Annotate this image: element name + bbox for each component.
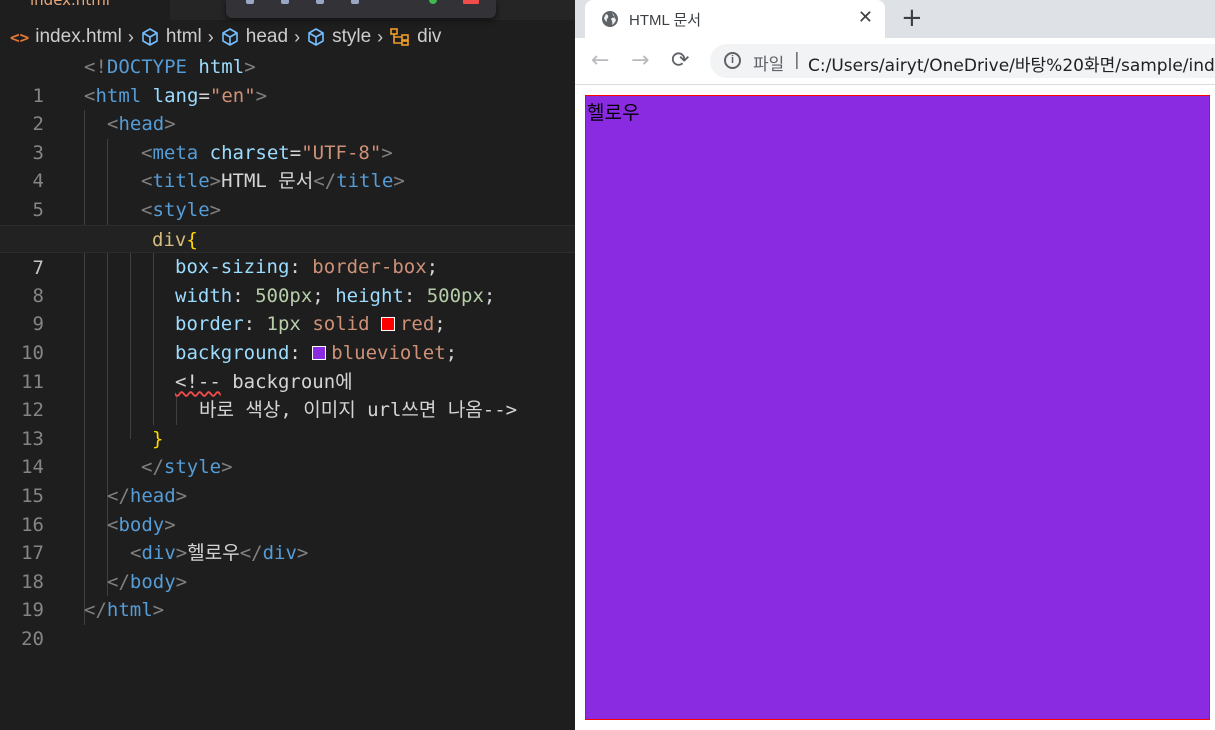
breadcrumb-div[interactable]: div (389, 26, 441, 48)
tree-structure-icon (390, 28, 409, 46)
browser-tab-bar: HTML 문서 ✕ + (575, 0, 1215, 38)
step-into-icon[interactable] (316, 0, 324, 4)
address-bar[interactable]: i 파일 | C:/Users/airyt/OneDrive/바탕%20화면/s… (710, 44, 1215, 78)
code-line: 3 <head> (0, 110, 575, 164)
stop-icon[interactable] (463, 0, 479, 4)
code-line: 19 </body> (0, 568, 575, 622)
browser-tab-title: HTML 문서 (629, 12, 702, 29)
chevron-right-icon: › (377, 26, 384, 47)
breadcrumb-file[interactable]: <> index.html (10, 26, 122, 48)
code-line: 8 box-sizing: border-box; (0, 253, 575, 307)
chevron-right-icon: › (127, 26, 134, 47)
code-line: 18 <div>헬로우</div> (0, 539, 575, 593)
info-icon[interactable]: i (724, 52, 741, 69)
code-line: 11 background: blueviolet; (0, 339, 575, 393)
code-line: 17 <body> (0, 511, 575, 565)
editor-tab-label: index.html (30, 0, 110, 9)
code-line: 10 border: 1px solid red; (0, 310, 575, 364)
code-line: 14 } (0, 425, 575, 479)
close-icon[interactable]: ✕ (858, 7, 873, 28)
breadcrumb-html[interactable]: html (140, 26, 202, 48)
scheme-label: 파일 (753, 55, 785, 75)
rendered-div-text: 헬로우 (587, 102, 640, 124)
editor-tab[interactable]: index.html (0, 0, 170, 20)
chevron-right-icon: › (294, 26, 301, 47)
cube-icon (221, 28, 238, 46)
step-out-icon[interactable] (351, 0, 359, 4)
code-line: 5 <title>HTML 문서</title> (0, 167, 575, 221)
browser-tab[interactable]: HTML 문서 ✕ (585, 0, 885, 38)
page-viewport: 헬로우 (575, 85, 1215, 730)
code-area[interactable]: 1 <!DOCTYPE html> 2 <html lang="en"> 3 <… (0, 53, 575, 650)
code-line: 15 </style> (0, 453, 575, 507)
reload-icon[interactable]: ⟳ (671, 48, 689, 73)
code-line: 4 <meta charset="UTF-8"> (0, 139, 575, 193)
line-number: 20 (21, 627, 44, 650)
code-line: 20 </html> (0, 596, 575, 650)
breadcrumb-style[interactable]: style (306, 26, 371, 48)
scheme-separator: | (794, 50, 800, 70)
code-line: 12 <!-- backgroun에 (0, 368, 575, 422)
globe-icon (602, 11, 618, 27)
breadcrumb: <> index.html › html › head › style › di… (0, 23, 441, 51)
debug-toolbar (226, 0, 496, 18)
new-tab-icon[interactable]: + (901, 3, 923, 33)
code-line: 16 </head> (0, 482, 575, 536)
code-line-active: 7 div{ (0, 224, 575, 279)
code-line: 2 <html lang="en"> (0, 82, 575, 136)
color-swatch-blueviolet[interactable] (312, 345, 327, 360)
back-arrow-icon[interactable]: ← (591, 48, 609, 73)
code-line: 1 <!DOCTYPE html> (0, 53, 575, 107)
code-line: 9 width: 500px; height: 500px; (0, 282, 575, 336)
cube-icon (308, 28, 324, 46)
cube-icon (142, 28, 158, 46)
url-text[interactable]: C:/Users/airyt/OneDrive/바탕%20화면/sample/i… (808, 51, 1215, 76)
code-line: 6 <style> (0, 196, 575, 250)
rendered-div: 헬로우 (585, 95, 1210, 720)
code-line: 13 바로 색상, 이미지 url쓰면 나옴--> (0, 396, 575, 450)
breadcrumb-head[interactable]: head (220, 26, 288, 48)
html-file-icon: <> (10, 27, 30, 47)
browser-window: HTML 문서 ✕ + ← → ⟳ i 파일 | C:/Users/airyt/… (575, 0, 1215, 730)
chevron-right-icon: › (207, 26, 214, 47)
forward-arrow-icon[interactable]: → (631, 48, 649, 73)
error-squiggle: <!-- (175, 370, 221, 393)
code-editor[interactable]: index.html <> index.html › html › head ›… (0, 0, 575, 730)
browser-toolbar: ← → ⟳ i 파일 | C:/Users/airyt/OneDrive/바탕%… (575, 38, 1215, 85)
restart-icon[interactable] (429, 0, 437, 4)
color-swatch-red[interactable] (380, 317, 395, 332)
pause-icon[interactable] (246, 0, 254, 4)
step-over-icon[interactable] (281, 0, 289, 4)
